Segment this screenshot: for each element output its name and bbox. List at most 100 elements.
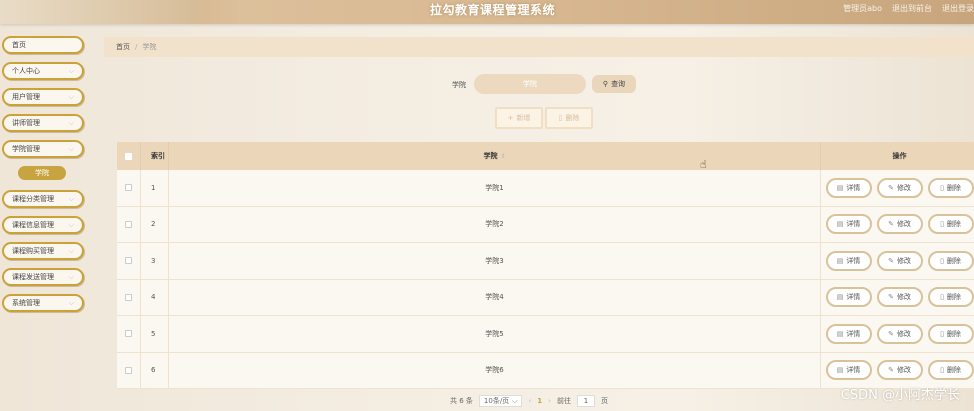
page-size-select[interactable]: 10条/页 ⌵ bbox=[478, 395, 523, 407]
chevron-down-icon: ⌵ bbox=[68, 66, 74, 75]
sidebar-item-college-management[interactable]: 学院管理 ⌵ bbox=[2, 140, 84, 158]
detail-button[interactable]: ▤ 详情 bbox=[825, 323, 872, 344]
admin-username: 管理员abo bbox=[843, 4, 882, 13]
next-page-button[interactable]: › bbox=[548, 397, 551, 405]
edit-button[interactable]: ✎ 修改 bbox=[876, 214, 923, 235]
detail-button[interactable]: ▤ 详情 bbox=[825, 250, 872, 271]
trash-icon: ▯ bbox=[940, 256, 944, 265]
sidebar-item-course-delivery[interactable]: 课程发送管理 ⌵ bbox=[2, 268, 84, 286]
row-checkbox[interactable] bbox=[125, 293, 132, 301]
delete-label: 删除 bbox=[946, 366, 961, 375]
search-input[interactable] bbox=[474, 74, 586, 94]
breadcrumb-home[interactable]: 首页 bbox=[116, 42, 130, 52]
breadcrumb-separator: / bbox=[135, 43, 138, 51]
delete-button[interactable]: ▯ 删除 bbox=[927, 323, 974, 344]
edit-icon: ✎ bbox=[888, 293, 894, 302]
sidebar-item-user-management[interactable]: 用户管理 ⌵ bbox=[2, 88, 84, 106]
row-checkbox-cell bbox=[117, 352, 141, 388]
plus-icon: + bbox=[507, 114, 514, 122]
row-checkbox[interactable] bbox=[125, 220, 132, 228]
sidebar-item-home[interactable]: 首页 bbox=[2, 36, 84, 54]
delete-button[interactable]: ▯ 删除 bbox=[927, 287, 974, 308]
chevron-down-icon: ⌵ bbox=[68, 144, 74, 153]
table-row: 1 学院1 ▤ 详情 ✎ 修改 ▯ 删除 bbox=[117, 170, 974, 207]
edit-button[interactable]: ✎ 修改 bbox=[876, 287, 923, 308]
sidebar-item-label: 课程发送管理 bbox=[12, 273, 54, 281]
edit-button[interactable]: ✎ 修改 bbox=[876, 177, 923, 198]
goto-label: 前往 bbox=[556, 397, 571, 405]
row-checkbox[interactable] bbox=[125, 257, 132, 265]
row-checkbox[interactable] bbox=[125, 184, 132, 192]
row-checkbox[interactable] bbox=[125, 330, 132, 338]
page-suffix: 页 bbox=[600, 397, 608, 405]
search-button[interactable]: ⚲ 查询 bbox=[592, 75, 636, 93]
edit-label: 修改 bbox=[896, 220, 911, 229]
sidebar-item-label: 学院管理 bbox=[12, 145, 40, 153]
app-header: 拉勾教育课程管理系统 管理员abo 退出到前台 退出登录 bbox=[0, 0, 974, 24]
edit-label: 修改 bbox=[896, 329, 911, 338]
sidebar-item-lecturer-management[interactable]: 讲师管理 ⌵ bbox=[2, 114, 84, 132]
row-actions: ▤ 详情 ✎ 修改 ▯ 删除 bbox=[821, 280, 974, 316]
watermark: CSDN @小阿杰学长 bbox=[840, 388, 960, 403]
go-frontend-link[interactable]: 退出到前台 bbox=[892, 3, 932, 14]
row-index: 5 bbox=[141, 316, 169, 352]
edit-icon: ✎ bbox=[888, 256, 894, 265]
search-button-label: 查询 bbox=[611, 81, 626, 88]
row-checkbox-cell bbox=[117, 170, 141, 206]
prev-page-button[interactable]: ‹ bbox=[528, 397, 531, 405]
header-links: 管理员abo 退出到前台 退出登录 bbox=[843, 3, 974, 14]
document-icon: ▤ bbox=[836, 293, 844, 302]
row-index: 3 bbox=[141, 243, 169, 279]
name-header-label: 学院 bbox=[483, 152, 498, 160]
row-checkbox[interactable] bbox=[125, 366, 132, 374]
chevron-down-icon: ⌵ bbox=[512, 396, 518, 405]
detail-label: 详情 bbox=[846, 366, 861, 375]
sidebar-item-course-purchase[interactable]: 课程购买管理 ⌵ bbox=[2, 242, 84, 260]
sort-icon[interactable]: ⇕ bbox=[500, 153, 505, 160]
ops-header: 操作 bbox=[892, 152, 907, 160]
page-size-value: 10条/页 bbox=[483, 397, 510, 405]
detail-button[interactable]: ▤ 详情 bbox=[825, 360, 872, 381]
batch-delete-button[interactable]: ▯ 删除 bbox=[545, 107, 593, 129]
sidebar-item-system[interactable]: 系统管理 ⌵ bbox=[2, 294, 84, 312]
edit-button[interactable]: ✎ 修改 bbox=[876, 250, 923, 271]
delete-button[interactable]: ▯ 删除 bbox=[927, 360, 974, 381]
trash-icon: ▯ bbox=[940, 366, 944, 375]
current-page[interactable]: 1 bbox=[537, 397, 542, 405]
name-header[interactable]: 学院 ⇕ bbox=[169, 142, 821, 170]
detail-button[interactable]: ▤ 详情 bbox=[825, 287, 872, 308]
delete-button[interactable]: ▯ 删除 bbox=[927, 214, 974, 235]
chevron-down-icon: ⌵ bbox=[68, 298, 74, 307]
row-college-name: 学院1 bbox=[169, 170, 821, 206]
detail-button[interactable]: ▤ 详情 bbox=[825, 214, 872, 235]
add-button[interactable]: + 新增 bbox=[495, 107, 543, 129]
logout-link[interactable]: 退出登录 bbox=[942, 3, 974, 14]
select-all-checkbox[interactable] bbox=[125, 152, 132, 160]
edit-button[interactable]: ✎ 修改 bbox=[876, 360, 923, 381]
delete-button[interactable]: ▯ 删除 bbox=[927, 177, 974, 198]
chevron-down-icon: ⌵ bbox=[68, 246, 74, 255]
search-icon: ⚲ bbox=[602, 81, 609, 88]
sidebar-item-course-category[interactable]: 课程分类管理 ⌵ bbox=[2, 190, 84, 208]
sidebar-item-label: 系统管理 bbox=[12, 299, 40, 307]
row-college-name: 学院6 bbox=[169, 352, 821, 388]
chevron-down-icon: ⌵ bbox=[68, 194, 74, 203]
breadcrumb-current: 学院 bbox=[142, 43, 157, 51]
chevron-down-icon: ⌵ bbox=[68, 220, 74, 229]
detail-button[interactable]: ▤ 详情 bbox=[825, 177, 872, 198]
goto-page-input[interactable]: 1 bbox=[576, 395, 595, 407]
document-icon: ▤ bbox=[836, 329, 844, 338]
table-header: 索引 学院 ⇕ 操作 bbox=[117, 142, 974, 170]
edit-button[interactable]: ✎ 修改 bbox=[876, 323, 923, 344]
chevron-down-icon: ⌵ bbox=[68, 92, 74, 101]
row-checkbox-cell bbox=[117, 243, 141, 279]
edit-label: 修改 bbox=[896, 256, 911, 265]
delete-button[interactable]: ▯ 删除 bbox=[927, 250, 974, 271]
sidebar-item-personal-center[interactable]: 个人中心 ⌵ bbox=[2, 62, 84, 80]
sidebar-item-label: 讲师管理 bbox=[12, 119, 40, 127]
delete-label: 删除 bbox=[946, 329, 961, 338]
edit-label: 修改 bbox=[896, 366, 911, 375]
sidebar-item-course-info[interactable]: 课程信息管理 ⌵ bbox=[2, 216, 84, 234]
sidebar-subitem-college[interactable]: 学院 bbox=[18, 166, 66, 180]
row-actions: ▤ 详情 ✎ 修改 ▯ 删除 bbox=[821, 353, 974, 389]
